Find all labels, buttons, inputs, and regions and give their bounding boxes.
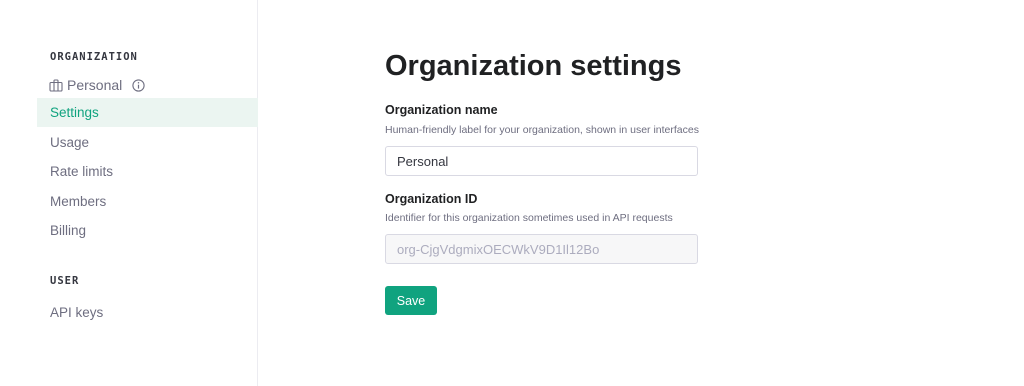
org-switcher-label: Personal xyxy=(67,77,123,93)
sidebar-item-usage[interactable]: Usage xyxy=(37,128,258,157)
info-icon[interactable] xyxy=(132,78,145,92)
app-root: ORGANIZATION Personal Settings Usage Rat… xyxy=(0,0,1024,386)
org-switcher[interactable]: Personal xyxy=(49,76,145,94)
page-title: Organization settings xyxy=(385,50,682,82)
sidebar-item-billing[interactable]: Billing xyxy=(37,216,258,245)
org-id-help: Identifier for this organization sometim… xyxy=(385,212,673,224)
org-name-help: Human-friendly label for your organizati… xyxy=(385,124,699,136)
sidebar: ORGANIZATION Personal Settings Usage Rat… xyxy=(0,0,258,386)
org-id-label: Organization ID xyxy=(385,192,478,206)
sidebar-item-rate-limits[interactable]: Rate limits xyxy=(37,157,258,186)
briefcase-icon xyxy=(49,78,63,92)
save-button[interactable]: Save xyxy=(385,286,437,315)
sidebar-item-api-keys[interactable]: API keys xyxy=(37,298,258,327)
sidebar-item-settings[interactable]: Settings xyxy=(37,98,258,127)
org-id-field[interactable] xyxy=(385,234,698,264)
organization-heading: ORGANIZATION xyxy=(50,51,138,63)
user-heading: USER xyxy=(50,275,80,287)
org-name-label: Organization name xyxy=(385,103,498,117)
org-name-input[interactable] xyxy=(385,146,698,176)
sidebar-item-members[interactable]: Members xyxy=(37,187,258,216)
